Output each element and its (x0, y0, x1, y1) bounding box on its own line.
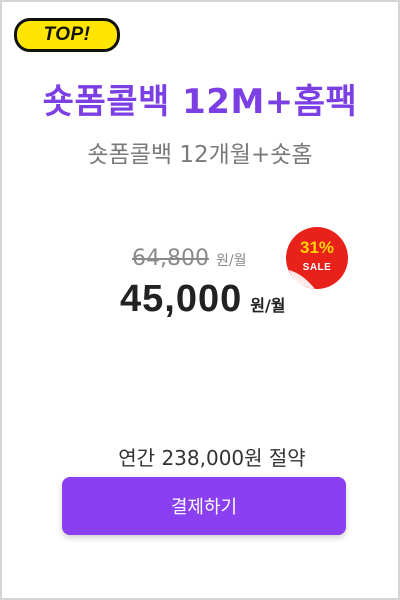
plan-card: TOP! 숏폼콜백 12M+홈팩 숏폼콜백 12개월+숏홈 64,800 원/월… (0, 0, 400, 600)
sale-sticker: 31% SALE (285, 226, 351, 292)
sale-sticker-shape (286, 227, 348, 289)
pay-button[interactable]: 결제하기 (62, 477, 346, 535)
sale-label: SALE (302, 262, 332, 273)
current-price: 45,000 원/월 (120, 278, 286, 321)
top-badge: TOP! (14, 18, 120, 52)
plan-title: 숏폼콜백 12M+홈팩 (42, 82, 358, 122)
annual-savings: 연간 238,000원 절약 (118, 446, 306, 470)
current-price-value: 45,000 (120, 278, 243, 320)
current-price-unit: 원/월 (250, 296, 286, 315)
discount-percent: 31% (299, 238, 335, 257)
original-price-value: 64,800 (132, 246, 209, 271)
plan-subtitle: 숏폼콜백 12개월+숏홈 (87, 142, 313, 168)
original-price: 64,800 원/월 (132, 246, 246, 271)
top-badge-label: TOP! (43, 24, 91, 45)
original-price-unit: 원/월 (215, 253, 247, 269)
